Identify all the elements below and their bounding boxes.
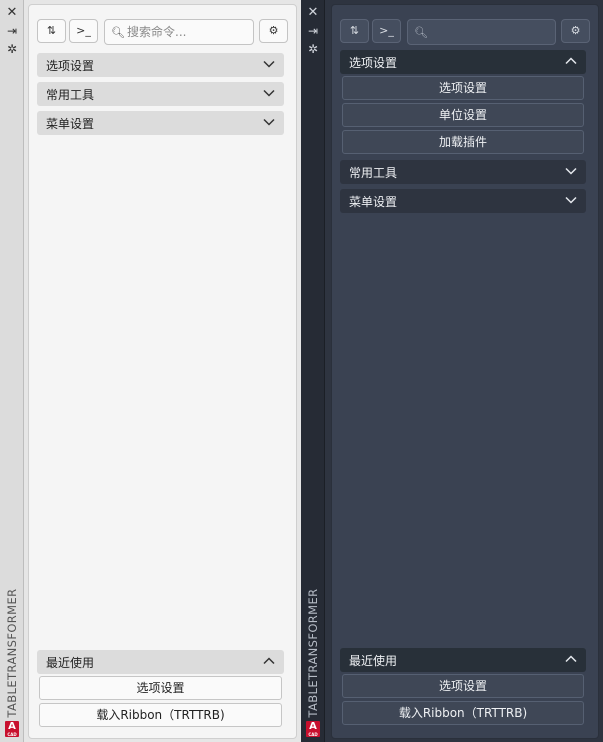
recent-item-load-ribbon[interactable]: 载入Ribbon（TRTTRB) (342, 701, 584, 725)
sort-icon: ⇅ (349, 24, 360, 37)
section-options[interactable]: 选项设置 (340, 50, 586, 74)
sort-button[interactable]: ⇅ (340, 19, 369, 43)
close-icon[interactable]: ✕ (306, 6, 320, 20)
chevron-down-icon (564, 164, 578, 178)
section-label: 最近使用 (46, 655, 95, 670)
menu-item-units[interactable]: 单位设置 (342, 103, 584, 127)
toolbar: ⇅ >_ 🔍︎ ⚙ (340, 19, 590, 45)
palette-title-strip: ✕ ⇥ ✲ TABLETRANSFORMER A CAD (0, 0, 24, 742)
menu-item-options[interactable]: 选项设置 (342, 76, 584, 100)
search-icon: 🔍︎ (111, 25, 125, 39)
command-prompt-icon: >_ (76, 24, 91, 37)
recent-item-load-ribbon[interactable]: 载入Ribbon（TRTTRB) (39, 703, 282, 727)
command-prompt-icon: >_ (379, 24, 394, 37)
palette-dark-theme: ✕ ⇥ ✲ TABLETRANSFORMER A CAD ⇅ >_ 🔍︎ ⚙ 选项… (301, 0, 603, 742)
close-icon[interactable]: ✕ (5, 6, 19, 20)
autocad-logo: A CAD (306, 721, 320, 737)
recent-item-options[interactable]: 选项设置 (342, 674, 584, 698)
settings-icon[interactable]: ✲ (306, 42, 320, 56)
palette-content: ⇅ >_ 🔍︎ ⚙ 选项设置 常用工具 菜单设置 最近使用 选项设置 载入Rib… (28, 4, 297, 739)
toolbar: ⇅ >_ 🔍︎ ⚙ (37, 19, 288, 45)
search-input[interactable] (127, 25, 237, 39)
settings-button[interactable]: ⚙ (259, 19, 288, 43)
search-box[interactable]: 🔍︎ (104, 19, 254, 45)
pin-icon[interactable]: ⇥ (5, 24, 19, 38)
search-icon: 🔍︎ (414, 25, 428, 39)
palette-light-theme: ✕ ⇥ ✲ TABLETRANSFORMER ACAD ⇅ >_ 🔍︎ ⚙ 选项… (0, 0, 301, 742)
command-prompt-button[interactable]: >_ (69, 19, 98, 43)
settings-icon: ⚙ (570, 24, 581, 37)
section-label: 常用工具 (46, 87, 95, 102)
settings-button[interactable]: ⚙ (561, 19, 590, 43)
section-menu[interactable]: 菜单设置 (37, 111, 284, 135)
section-label: 常用工具 (349, 165, 398, 180)
sort-icon: ⇅ (46, 24, 57, 37)
chevron-up-icon (564, 54, 578, 68)
section-label: 选项设置 (46, 58, 95, 73)
chevron-down-icon (262, 115, 276, 129)
sort-button[interactable]: ⇅ (37, 19, 66, 43)
search-input[interactable] (430, 25, 540, 39)
section-tools[interactable]: 常用工具 (340, 160, 586, 184)
section-recent[interactable]: 最近使用 (37, 650, 284, 674)
section-label: 菜单设置 (46, 116, 95, 131)
chevron-down-icon (262, 86, 276, 100)
settings-icon: ⚙ (268, 24, 279, 37)
section-recent[interactable]: 最近使用 (340, 648, 586, 672)
pin-icon[interactable]: ⇥ (306, 24, 320, 38)
palette-title: TABLETRANSFORMER (5, 588, 19, 718)
chevron-up-icon (564, 652, 578, 666)
settings-icon[interactable]: ✲ (5, 42, 19, 56)
section-tools[interactable]: 常用工具 (37, 82, 284, 106)
chevron-up-icon (262, 654, 276, 668)
search-box[interactable]: 🔍︎ (407, 19, 556, 45)
section-menu[interactable]: 菜单设置 (340, 189, 586, 213)
section-label: 选项设置 (349, 55, 398, 70)
section-label: 最近使用 (349, 653, 398, 668)
palette-title: TABLETRANSFORMER (306, 588, 320, 718)
recent-item-options[interactable]: 选项设置 (39, 676, 282, 700)
section-label: 菜单设置 (349, 194, 398, 209)
menu-item-load-plugin[interactable]: 加载插件 (342, 130, 584, 154)
palette-title-strip: ✕ ⇥ ✲ TABLETRANSFORMER A CAD (301, 0, 325, 742)
autocad-logo: A CAD (5, 721, 19, 737)
section-options[interactable]: 选项设置 (37, 53, 284, 77)
chevron-down-icon (564, 193, 578, 207)
command-prompt-button[interactable]: >_ (372, 19, 401, 43)
palette-content: ⇅ >_ 🔍︎ ⚙ 选项设置 选项设置 单位设置 加载插件 常用工具 菜单设置 … (331, 4, 599, 739)
chevron-down-icon (262, 57, 276, 71)
